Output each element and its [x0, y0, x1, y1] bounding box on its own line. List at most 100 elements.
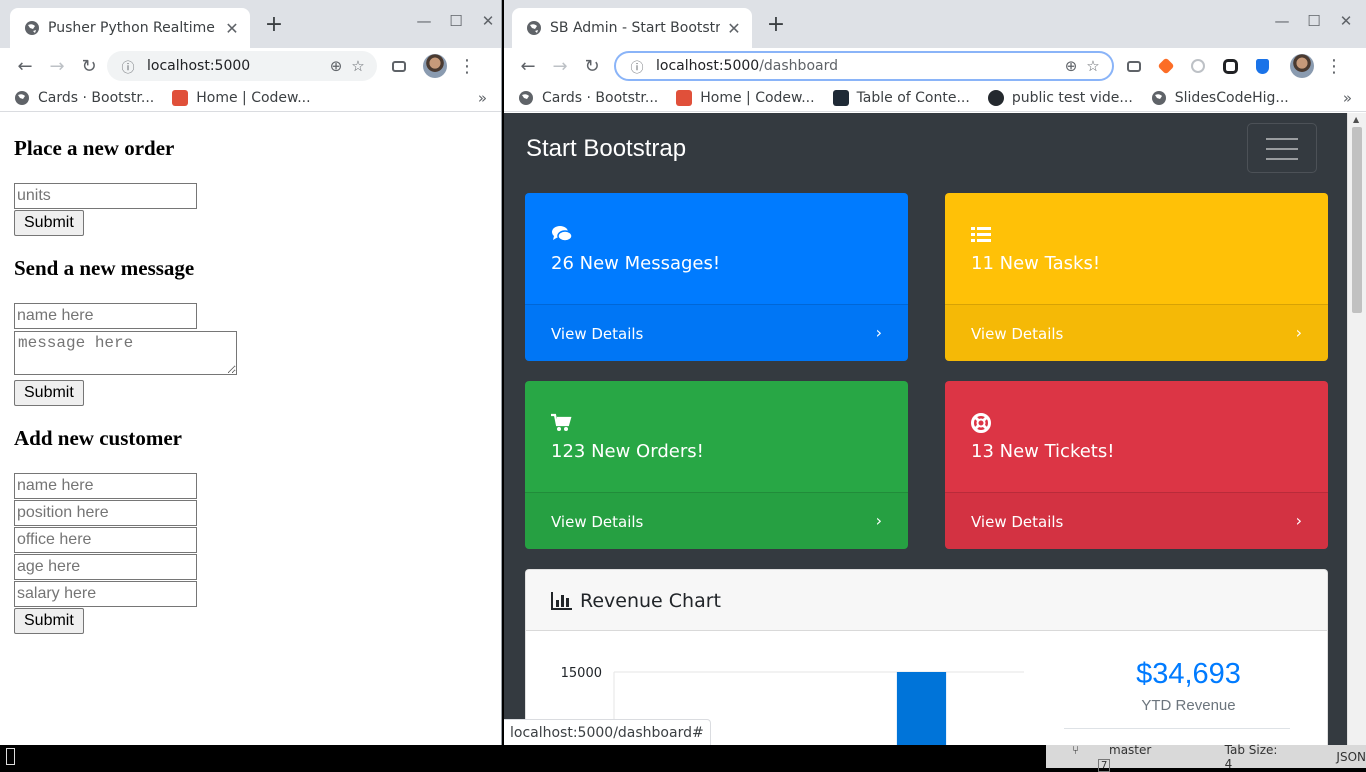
bookmark-cards[interactable]: Cards · Bootstr...: [518, 90, 658, 106]
info-icon[interactable]: ⓘ: [117, 57, 139, 76]
zoom-icon[interactable]: ⊕: [325, 57, 347, 75]
chart-y-tick-label: 15000: [561, 666, 602, 681]
toolbar: ← → ↻ ⓘ localhost:5000 ⊕ ☆ ⋮: [0, 48, 501, 84]
card-body: 13 New Tickets!: [945, 381, 1328, 492]
globe-icon: [1151, 90, 1166, 105]
close-window-icon[interactable]: ✕: [477, 12, 499, 30]
chart-bar[interactable]: [896, 672, 947, 745]
scrollbar-thumb[interactable]: [1352, 127, 1362, 313]
bookmark-slides[interactable]: SlidesCodeHig...: [1151, 90, 1289, 106]
close-tab-icon[interactable]: ✕: [726, 19, 742, 38]
zoom-icon[interactable]: ⊕: [1060, 57, 1082, 75]
url-path: /dashboard: [759, 58, 838, 74]
navbar-brand[interactable]: Start Bootstrap: [526, 135, 686, 163]
bookmark-label: SlidesCodeHig...: [1174, 89, 1289, 106]
tab-pusher[interactable]: Pusher Python Realtime D ✕: [10, 8, 250, 48]
extension-icon[interactable]: [1182, 50, 1214, 82]
document-icon: [832, 89, 849, 106]
terminal-cursor: [6, 748, 15, 765]
bookmarks-overflow-icon[interactable]: »: [478, 89, 487, 107]
editor-status-line: ⑂ master 7 Tab Size: 4 JSON: [1046, 743, 1366, 772]
shield-icon[interactable]: [1246, 50, 1278, 82]
customer-position-input[interactable]: [14, 500, 197, 526]
scroll-up-icon[interactable]: ▲: [1353, 115, 1359, 124]
message-name-input[interactable]: [14, 303, 197, 329]
forward-icon[interactable]: →: [41, 50, 73, 82]
extension-icon[interactable]: [1214, 50, 1246, 82]
comments-icon: [552, 226, 573, 242]
units-input[interactable]: [14, 183, 197, 209]
order-form: Place a new order Submit: [14, 136, 487, 236]
github-icon: [987, 89, 1004, 106]
reload-icon[interactable]: ↻: [73, 50, 105, 82]
card-text: 13 New Tickets!: [971, 441, 1115, 462]
address-bar[interactable]: ⓘ localhost:5000/dashboard ⊕ ☆: [614, 51, 1114, 81]
customer-heading: Add new customer: [14, 426, 182, 450]
customer-office-input[interactable]: [14, 527, 197, 553]
message-submit-button[interactable]: Submit: [14, 380, 84, 406]
codewars-icon: [676, 89, 693, 106]
new-tab-button[interactable]: +: [764, 14, 788, 38]
chevron-right-icon: ›: [1295, 511, 1302, 530]
bookmarks-bar: Cards · Bootstr... Home | Codew... »: [0, 84, 501, 112]
close-tab-icon[interactable]: ✕: [224, 19, 240, 38]
address-bar[interactable]: ⓘ localhost:5000 ⊕ ☆: [107, 51, 377, 81]
bookmark-codewars[interactable]: Home | Codew...: [172, 89, 311, 106]
star-icon[interactable]: ☆: [347, 57, 369, 75]
bookmarks-overflow-icon[interactable]: »: [1343, 89, 1352, 107]
syntax-status[interactable]: JSON: [1336, 750, 1366, 764]
toolbar: ← → ↻ ⓘ localhost:5000/dashboard ⊕ ☆ ⋮: [504, 48, 1366, 84]
customer-name-input[interactable]: [14, 473, 197, 499]
bookmark-cards[interactable]: Cards · Bootstr...: [14, 90, 154, 106]
reload-icon[interactable]: ↻: [576, 50, 608, 82]
revenue-card-header: Revenue Chart: [526, 570, 1327, 631]
tab-size-status[interactable]: Tab Size: 4: [1225, 743, 1289, 771]
view-details-link[interactable]: View Details ›: [525, 492, 908, 549]
card-tickets: 13 New Tickets! View Details ›: [945, 381, 1328, 549]
message-form: Send a new message Submit: [14, 256, 487, 406]
order-submit-button[interactable]: Submit: [14, 210, 84, 236]
list-icon: [971, 227, 991, 242]
profile-avatar[interactable]: [1286, 50, 1318, 82]
back-icon[interactable]: ←: [9, 50, 41, 82]
maximize-icon[interactable]: ☐: [1303, 12, 1325, 30]
tab-sb-admin[interactable]: SB Admin - Start Bootstrap ✕: [512, 8, 752, 48]
bookmark-label: Home | Codew...: [196, 89, 311, 106]
close-window-icon[interactable]: ✕: [1335, 12, 1357, 30]
bookmarks-bar: Cards · Bootstr... Home | Codew... Table…: [504, 84, 1366, 112]
minimize-icon[interactable]: —: [1271, 12, 1293, 30]
vertical-scrollbar[interactable]: ▲: [1347, 113, 1366, 745]
customer-submit-button[interactable]: Submit: [14, 608, 84, 634]
url-text: localhost:5000: [147, 58, 251, 74]
chevron-right-icon: ›: [875, 511, 882, 530]
cast-icon[interactable]: [1118, 50, 1150, 82]
new-tab-button[interactable]: +: [262, 14, 286, 38]
cast-icon[interactable]: [383, 50, 415, 82]
back-icon[interactable]: ←: [512, 50, 544, 82]
view-details-link[interactable]: View Details ›: [945, 492, 1328, 549]
navbar-toggler-button[interactable]: [1247, 123, 1317, 173]
order-heading: Place a new order: [14, 136, 175, 160]
message-textarea[interactable]: [14, 331, 237, 375]
star-icon[interactable]: ☆: [1082, 57, 1104, 75]
bookmark-toc[interactable]: Table of Conte...: [832, 89, 970, 106]
profile-avatar[interactable]: [419, 50, 451, 82]
gitlab-extension-icon[interactable]: [1150, 50, 1182, 82]
menu-icon[interactable]: ⋮: [451, 50, 483, 82]
git-branch-status[interactable]: ⑂ master 7: [1072, 743, 1193, 772]
bookmark-github[interactable]: public test vide...: [987, 89, 1133, 106]
info-icon[interactable]: ⓘ: [626, 57, 648, 76]
customer-age-input[interactable]: [14, 554, 197, 580]
menu-icon[interactable]: ⋮: [1318, 50, 1350, 82]
forward-icon[interactable]: →: [544, 50, 576, 82]
hamburger-line: [1266, 138, 1298, 140]
bottom-bar: ⑂ master 7 Tab Size: 4 JSON: [0, 743, 1366, 772]
chevron-right-icon: ›: [1295, 323, 1302, 342]
view-details-label: View Details: [551, 325, 644, 343]
customer-salary-input[interactable]: [14, 581, 197, 607]
view-details-link[interactable]: View Details ›: [945, 304, 1328, 361]
minimize-icon[interactable]: —: [413, 12, 435, 30]
maximize-icon[interactable]: ☐: [445, 12, 467, 30]
view-details-link[interactable]: View Details ›: [525, 304, 908, 361]
bookmark-codewars[interactable]: Home | Codew...: [676, 89, 815, 106]
